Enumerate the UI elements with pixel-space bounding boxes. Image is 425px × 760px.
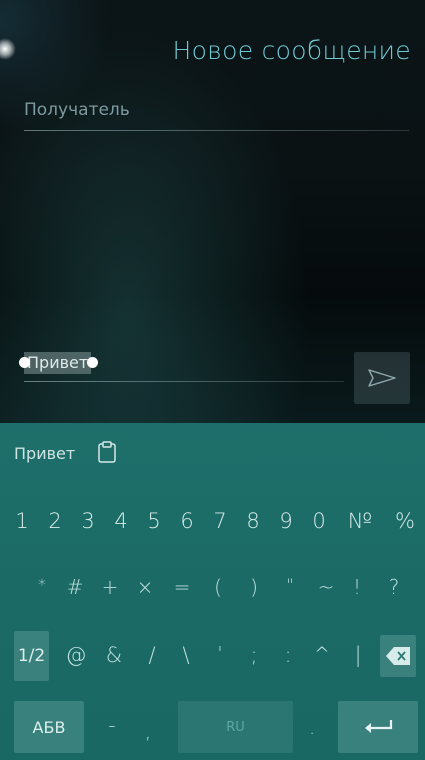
clipboard-icon[interactable] [96,440,118,464]
key[interactable]: , [136,719,160,743]
key[interactable]: = [170,575,194,599]
send-button[interactable] [354,352,410,404]
enter-icon [365,720,393,733]
key[interactable]: ( [206,575,230,599]
keyboard-row-3: 1/2 @ & / \ ' ; : ^ | [0,631,425,681]
key[interactable]: " [278,575,302,594]
key[interactable]: ; [240,643,268,667]
key[interactable]: # [63,575,87,599]
recipient-field[interactable]: Получатель [24,100,130,120]
key[interactable]: 2 [42,509,68,533]
page-title: Новое сообщение [172,36,411,65]
backspace-icon [386,647,410,665]
key[interactable]: + [98,575,122,599]
key[interactable]: % [390,509,420,533]
key[interactable]: ! [345,575,369,599]
key[interactable]: ^ [308,643,336,665]
selection-handle-end[interactable] [87,357,98,368]
key[interactable]: : [274,643,302,667]
space-bar[interactable]: RU [178,701,293,753]
key[interactable]: 1 [9,509,35,533]
letters-layout-button[interactable]: АБВ [14,701,84,753]
key[interactable]: & [100,643,128,667]
key[interactable]: № [343,509,377,533]
key[interactable]: ? [382,575,406,599]
word-suggestion[interactable]: Привет [14,444,75,463]
key[interactable]: - [100,713,124,737]
key[interactable]: 9 [273,509,299,533]
key[interactable]: * [30,575,54,594]
key[interactable]: 8 [240,509,266,533]
key[interactable]: 4 [108,509,134,533]
key[interactable]: / [138,643,166,667]
key[interactable]: ) [242,575,266,599]
key[interactable]: 6 [174,509,200,533]
key[interactable]: ~ [314,575,338,599]
keyboard-row-digits: 1 2 3 4 5 6 7 8 9 0 № % [0,509,425,539]
symbols-page-button[interactable]: 1/2 [14,631,49,681]
virtual-keyboard: Привет 1 2 3 4 5 6 7 8 9 0 № % * # + × =… [0,423,425,760]
recipient-underline [24,130,409,131]
key[interactable]: @ [62,643,90,667]
key[interactable]: . [300,715,324,739]
keyboard-row-4: АБВ - , RU . [0,701,425,753]
key[interactable]: 5 [141,509,167,533]
send-icon [368,369,396,387]
key[interactable]: | [344,643,372,667]
key[interactable]: 0 [306,509,332,533]
key[interactable]: 3 [75,509,101,533]
key[interactable]: ' [206,643,234,664]
key[interactable]: \ [172,643,200,667]
keyboard-row-symbols: * # + × = ( ) " ~ ! ? [0,575,425,605]
backspace-button[interactable] [380,635,416,677]
message-underline [24,381,344,382]
key[interactable]: 7 [207,509,233,533]
selection-handle-start[interactable] [19,357,30,368]
message-input-selected-text[interactable]: Привет [24,352,92,374]
enter-button[interactable] [338,701,418,753]
key[interactable]: × [133,575,157,599]
